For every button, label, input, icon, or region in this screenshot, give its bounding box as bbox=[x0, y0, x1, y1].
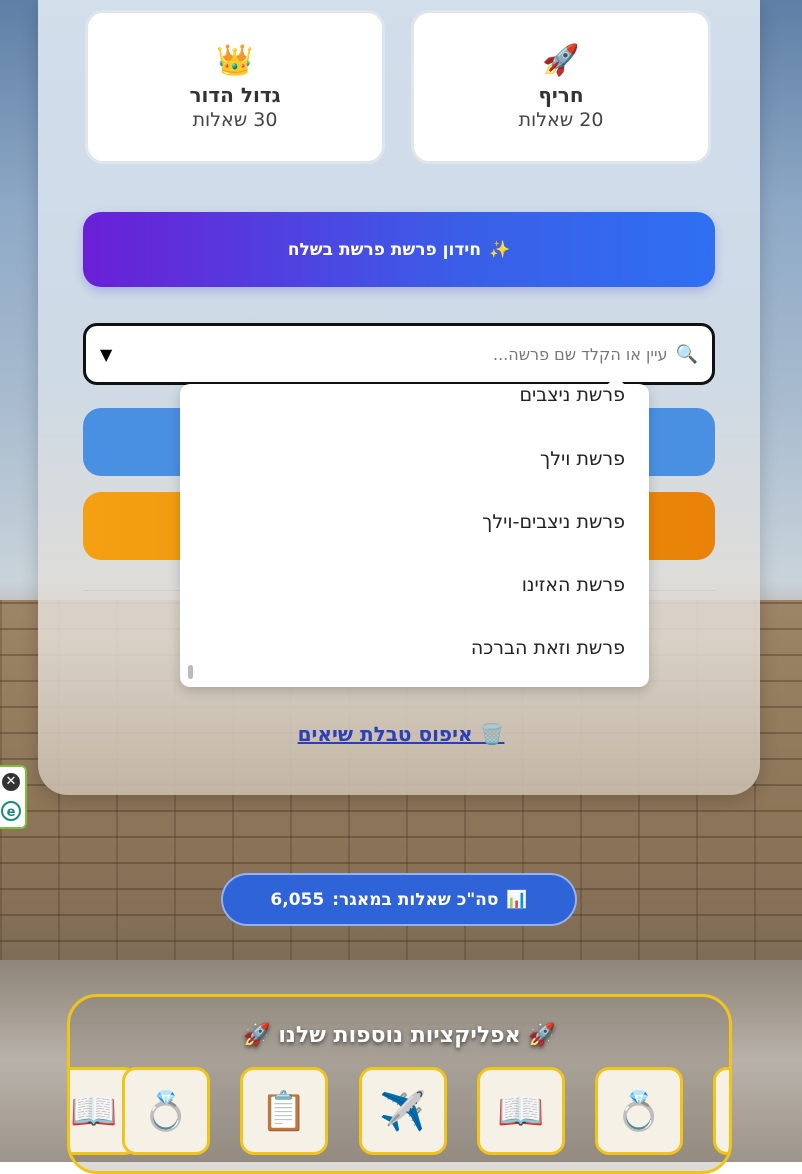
parsha-dropdown-list[interactable]: פרשת ניצבים פרשת וילך פרשת ניצבים-וילך פ… bbox=[180, 384, 649, 687]
search-icon: 🔍 bbox=[675, 343, 698, 365]
card-title: חריף bbox=[538, 83, 584, 107]
app-tile[interactable]: 💍 bbox=[595, 1067, 683, 1155]
list-item[interactable]: פרשת וילך bbox=[540, 448, 625, 470]
card-subtitle: 30 שאלות bbox=[192, 109, 278, 131]
parsha-search-input[interactable] bbox=[112, 343, 670, 365]
reset-highscores-link[interactable]: 🗑️ איפוס טבלת שיאים bbox=[298, 722, 505, 746]
close-icon[interactable]: ✕ bbox=[2, 773, 20, 791]
trash-icon: 🗑️ bbox=[479, 722, 505, 746]
total-questions-value: 6,055 bbox=[270, 889, 325, 910]
quiz-button-label: חידון פרשת פרשת בשלח bbox=[287, 239, 481, 260]
chevron-down-icon[interactable]: ▼ bbox=[100, 345, 112, 364]
ring-icon: 💍 bbox=[615, 1088, 663, 1133]
app-tile[interactable]: 📖 bbox=[477, 1067, 565, 1155]
rocket-icon: 🚀 bbox=[542, 43, 580, 78]
ring-icon: 💍 bbox=[142, 1088, 190, 1133]
reset-label: איפוס טבלת שיאים bbox=[297, 722, 473, 746]
jet-icon: ✈️ bbox=[379, 1088, 427, 1133]
app-tile[interactable]: ✈️ bbox=[359, 1067, 447, 1155]
app-tile[interactable]: 💍 bbox=[122, 1067, 210, 1155]
reset-highscores: 🗑️ איפוס טבלת שיאים bbox=[0, 722, 802, 746]
book-icon: 📖 bbox=[497, 1088, 545, 1133]
difficulty-card-gadol-hador[interactable]: 👑 גדול הדור 30 שאלות bbox=[85, 10, 385, 164]
crown-icon: 👑 bbox=[216, 43, 254, 78]
checklist-icon: 📋 bbox=[260, 1088, 308, 1133]
list-item[interactable]: פרשת ניצבים bbox=[519, 384, 625, 406]
bar-chart-icon: 📊 bbox=[506, 889, 528, 910]
dropdown-caret bbox=[607, 376, 625, 385]
total-questions-badge: 📊 סה"כ שאלות במאגר: 6,055 bbox=[221, 873, 577, 926]
app-tile[interactable]: 📋 bbox=[240, 1067, 328, 1155]
list-item[interactable]: פרשת האזינו bbox=[522, 574, 625, 596]
accessibility-widget[interactable]: ✕ e bbox=[0, 765, 27, 829]
dropdown-scrollbar[interactable] bbox=[188, 665, 193, 679]
app-tile-partial-right[interactable]: 📋 bbox=[713, 1067, 729, 1155]
difficulty-card-sharp[interactable]: 🚀 חריף 20 שאלות bbox=[411, 10, 711, 164]
list-item[interactable]: פרשת ניצבים-וילך bbox=[482, 511, 625, 533]
other-apps-title: 🚀 אפליקציות נוספות שלנו 🚀 bbox=[243, 1023, 556, 1048]
sparkles-icon: ✨ bbox=[489, 239, 511, 260]
list-item[interactable]: פרשת וזאת הברכה bbox=[471, 637, 625, 659]
total-questions-label: סה"כ שאלות במאגר: bbox=[332, 889, 499, 910]
card-title: גדול הדור bbox=[189, 83, 281, 107]
book-icon: 📖 bbox=[70, 1088, 118, 1133]
card-subtitle: 20 שאלות bbox=[518, 109, 604, 131]
weekly-parsha-quiz-button[interactable]: ✨ חידון פרשת פרשת בשלח bbox=[83, 212, 715, 287]
widget-badge-icon[interactable]: e bbox=[1, 801, 21, 821]
other-apps-section: 🚀 אפליקציות נוספות שלנו 🚀 📖 💍 📋 ✈️ 📖 💍 📋 bbox=[67, 994, 732, 1174]
